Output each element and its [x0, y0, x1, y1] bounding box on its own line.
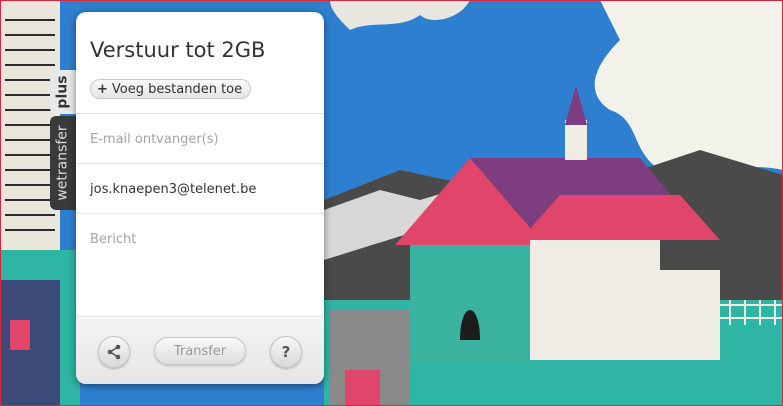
- recipient-email-placeholder: E-mail ontvanger(s): [90, 132, 219, 147]
- message-placeholder: Bericht: [90, 232, 137, 247]
- plus-icon: +: [97, 81, 108, 97]
- message-field[interactable]: Bericht: [76, 213, 324, 317]
- panel-title: Verstuur tot 2GB: [90, 38, 266, 62]
- sender-email-value: jos.knaepen3@telenet.be: [90, 182, 257, 197]
- tab-plus-label: plus: [55, 75, 71, 109]
- tab-wetransfer-label: wetransfer: [55, 125, 72, 201]
- add-files-label: Voeg bestanden toe: [111, 81, 243, 97]
- sender-email-field[interactable]: jos.knaepen3@telenet.be: [76, 163, 324, 213]
- help-icon: ?: [281, 343, 291, 361]
- share-icon: [107, 344, 121, 360]
- transfer-panel: Verstuur tot 2GB + Voeg bestanden toe E-…: [76, 12, 324, 384]
- transfer-button[interactable]: Transfer: [154, 337, 246, 365]
- help-button[interactable]: ?: [270, 336, 302, 368]
- share-button[interactable]: [98, 336, 130, 368]
- add-files-button[interactable]: + Voeg bestanden toe: [90, 79, 252, 99]
- recipient-email-field[interactable]: E-mail ontvanger(s): [76, 113, 324, 163]
- panel-footer: Transfer ?: [76, 318, 324, 384]
- tab-wetransfer[interactable]: wetransfer: [50, 116, 76, 210]
- tab-plus[interactable]: plus: [50, 70, 76, 114]
